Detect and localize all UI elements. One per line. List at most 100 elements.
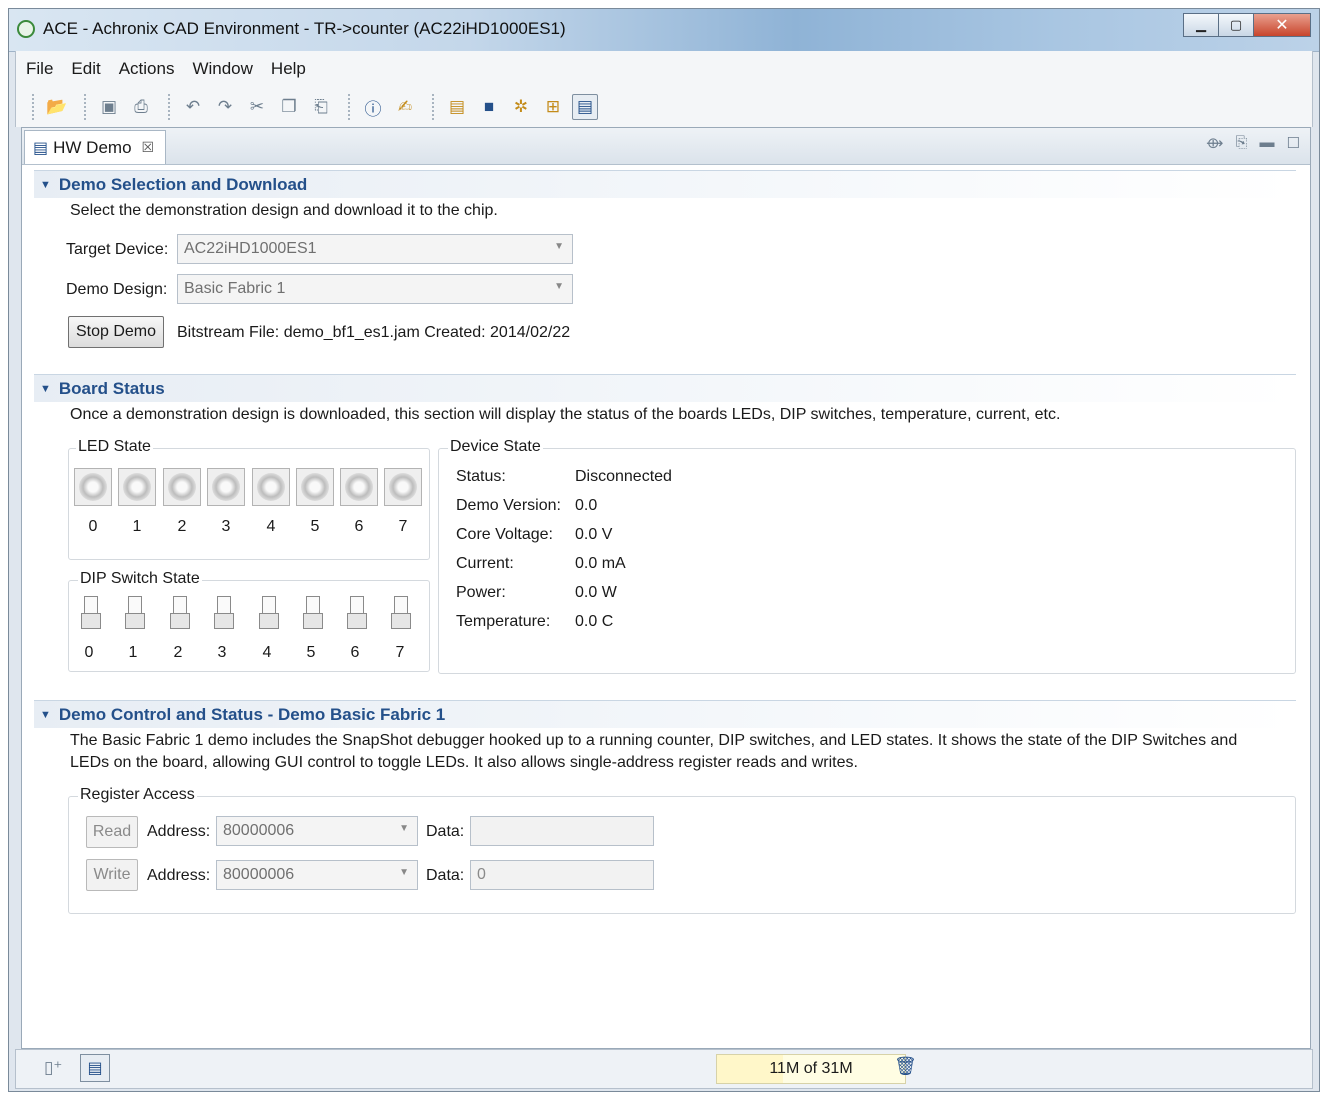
chevron-down-icon: ▼ (554, 281, 564, 292)
redo-icon[interactable]: ↷ (212, 94, 238, 120)
paste-icon[interactable]: ⎗ (308, 94, 334, 120)
tab-hw-demo-label: HW Demo (53, 137, 132, 157)
window-title: ACE - Achronix CAD Environment - TR->cou… (43, 19, 566, 38)
led-1[interactable] (118, 468, 156, 506)
target-device-select[interactable]: AC22iHD1000ES1 ▼ (177, 234, 573, 264)
led-5[interactable] (296, 468, 334, 506)
chevron-down-icon: ▼ (399, 867, 409, 878)
write-address-value: 80000006 (223, 866, 295, 883)
demo-control-header[interactable]: ▼ Demo Control and Status - Demo Basic F… (34, 700, 1296, 728)
undo-icon[interactable]: ↶ (180, 94, 206, 120)
current-label: Current: (456, 555, 514, 572)
dip-switch-1 (125, 596, 145, 630)
write-button[interactable]: Write (86, 859, 138, 891)
toolbar-separator (168, 94, 172, 120)
hw-demo-view: ▤ HW Demo ☒ ⟴ ⎘ ▬ ☐ ▼ Demo Selection and… (21, 127, 1311, 1049)
write-data-field[interactable]: 0 (470, 860, 654, 890)
demo-design-select[interactable]: Basic Fabric 1 ▼ (177, 274, 573, 304)
menu-edit[interactable]: Edit (71, 59, 100, 79)
demo-selection-description: Select the demonstration design and down… (70, 202, 498, 219)
minimize-button[interactable]: ▁ (1183, 13, 1219, 37)
flow-icon[interactable]: ⊞ (540, 94, 566, 120)
title-bar[interactable]: ACE - Achronix CAD Environment - TR->cou… (9, 9, 1319, 52)
led-number: 0 (88, 518, 98, 535)
dip-number: 5 (306, 644, 316, 661)
stop-demo-button[interactable]: Stop Demo (68, 316, 164, 348)
chip-icon[interactable]: ■ (476, 94, 502, 120)
heap-status-text: 11M of 31M (769, 1060, 853, 1077)
minimize-view-icon[interactable]: ▬ (1260, 134, 1275, 152)
target-device-value: AC22iHD1000ES1 (184, 240, 317, 257)
led-6[interactable] (340, 468, 378, 506)
gear-icon[interactable]: ✲ (508, 94, 534, 120)
led-7[interactable] (384, 468, 422, 506)
fast-view-icon[interactable]: ▯⁺ (44, 1058, 62, 1078)
chevron-down-icon: ▼ (554, 241, 564, 252)
dip-number: 3 (217, 644, 227, 661)
toolbar-grip (32, 94, 36, 120)
led-number: 5 (310, 518, 320, 535)
led-4[interactable] (252, 468, 290, 506)
view-menu-icon[interactable]: ⎘ (1236, 134, 1248, 152)
dip-number: 6 (350, 644, 360, 661)
hw-demo-tab-icon: ▤ (33, 139, 49, 157)
power-value: 0.0 W (575, 584, 617, 601)
board-status-description: Once a demonstration design is downloade… (70, 406, 1061, 423)
device-state-label: Device State (448, 438, 543, 456)
hw-demo-trim-icon[interactable]: ▤ (80, 1054, 110, 1082)
demo-design-value: Basic Fabric 1 (184, 280, 286, 297)
menu-window[interactable]: Window (192, 59, 252, 79)
led-0[interactable] (74, 468, 112, 506)
help-icon[interactable]: ⓘ (360, 94, 386, 120)
dip-number: 7 (395, 644, 405, 661)
trash-icon[interactable]: 🗑 (894, 1056, 917, 1077)
collapse-triangle-icon[interactable]: ▼ (40, 383, 51, 395)
project-icon[interactable]: ▤ (444, 94, 470, 120)
dip-switch-label: DIP Switch State (78, 570, 202, 588)
dip-switch-0 (81, 596, 101, 630)
copy-icon[interactable]: ❐ (276, 94, 302, 120)
menu-actions[interactable]: Actions (119, 59, 175, 79)
section-title: Demo Selection and Download (58, 174, 308, 194)
cut-icon[interactable]: ✂ (244, 94, 270, 120)
menu-bar: File Edit Actions Window Help (15, 51, 1313, 87)
write-data-label: Data: (426, 867, 465, 884)
read-data-field[interactable] (470, 816, 654, 846)
maximize-view-icon[interactable]: ☐ (1287, 134, 1300, 152)
toolbar-separator (84, 94, 88, 120)
print-icon[interactable]: ⎙ (128, 94, 154, 120)
toolbar-separator (432, 94, 436, 120)
write-address-label: Address: (147, 867, 211, 884)
led-2[interactable] (163, 468, 201, 506)
collapse-triangle-icon[interactable]: ▼ (40, 709, 51, 721)
cheat-sheet-icon[interactable]: ✍ (392, 94, 418, 120)
pin-icon[interactable]: ⟴ (1206, 134, 1223, 152)
save-icon[interactable]: ▣ (96, 94, 122, 120)
read-button[interactable]: Read (86, 816, 138, 848)
device-status-value: Disconnected (575, 468, 672, 485)
led-number: 4 (266, 518, 276, 535)
open-folder-icon[interactable]: 📂 (44, 94, 70, 120)
collapse-triangle-icon[interactable]: ▼ (40, 179, 51, 191)
maximize-button[interactable]: ▢ (1218, 13, 1254, 37)
menu-file[interactable]: File (26, 59, 53, 79)
dip-number: 4 (262, 644, 272, 661)
demo-selection-header[interactable]: ▼ Demo Selection and Download (34, 170, 1296, 198)
read-data-label: Data: (426, 823, 465, 840)
close-button[interactable]: ✕ (1253, 13, 1311, 37)
bitstream-info: Bitstream File: demo_bf1_es1.jam Created… (177, 324, 571, 341)
dip-switch-5 (303, 596, 323, 630)
status-bar: ▯⁺ ▤ 11M of 31M 🗑 (15, 1049, 1313, 1089)
tab-hw-demo[interactable]: ▤ HW Demo ☒ (24, 130, 166, 164)
close-tab-icon[interactable]: ☒ (142, 139, 155, 156)
led-number: 2 (177, 518, 187, 535)
hw-demo-icon[interactable]: ▤ (572, 94, 598, 120)
led-3[interactable] (207, 468, 245, 506)
read-address-select[interactable]: 80000006 ▼ (216, 816, 418, 846)
board-status-header[interactable]: ▼ Board Status (34, 374, 1296, 402)
current-value: 0.0 mA (575, 555, 626, 572)
write-address-select[interactable]: 80000006 ▼ (216, 860, 418, 890)
toolbar-separator (348, 94, 352, 120)
heap-status[interactable]: 11M of 31M (716, 1054, 906, 1084)
menu-help[interactable]: Help (271, 59, 306, 79)
